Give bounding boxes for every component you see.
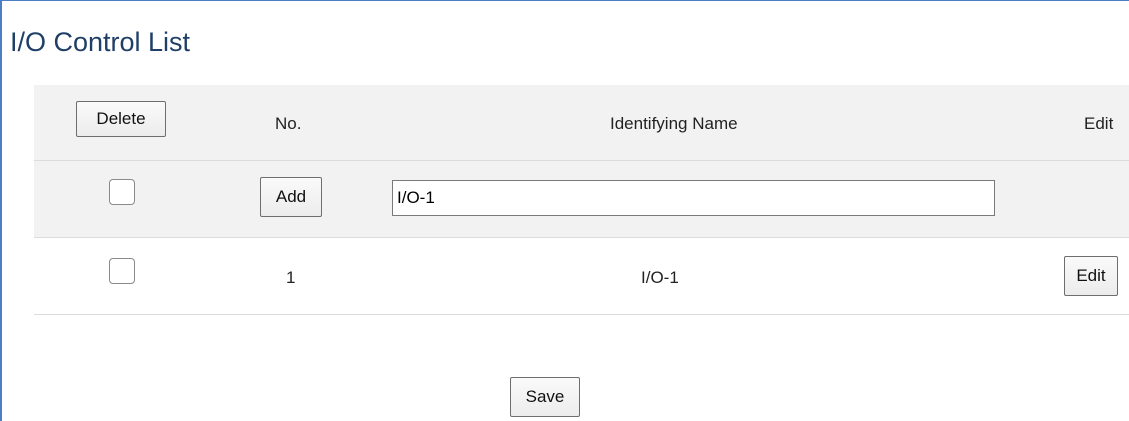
add-row-checkbox[interactable] <box>109 179 135 205</box>
page-title: I/O Control List <box>10 27 191 57</box>
edit-button[interactable]: Edit <box>1064 256 1118 296</box>
save-button[interactable]: Save <box>510 377 580 417</box>
table-row: 1 I/O-1 Edit <box>34 238 1129 315</box>
delete-button[interactable]: Delete <box>76 101 166 137</box>
add-item-row: Add <box>34 161 1129 238</box>
row-select-checkbox[interactable] <box>109 258 135 284</box>
identifying-name-input[interactable] <box>392 180 995 216</box>
column-header-edit: Edit <box>1084 114 1114 133</box>
column-header-identifying-name: Identifying Name <box>610 114 738 133</box>
add-button[interactable]: Add <box>260 177 322 217</box>
io-control-panel: I/O Control List Delete No. Identifying … <box>0 0 1129 421</box>
row-number: 1 <box>286 268 296 287</box>
table-header-row: Delete No. Identifying Name Edit <box>34 85 1129 161</box>
row-identifying-name: I/O-1 <box>641 268 679 287</box>
column-header-no: No. <box>275 114 302 133</box>
